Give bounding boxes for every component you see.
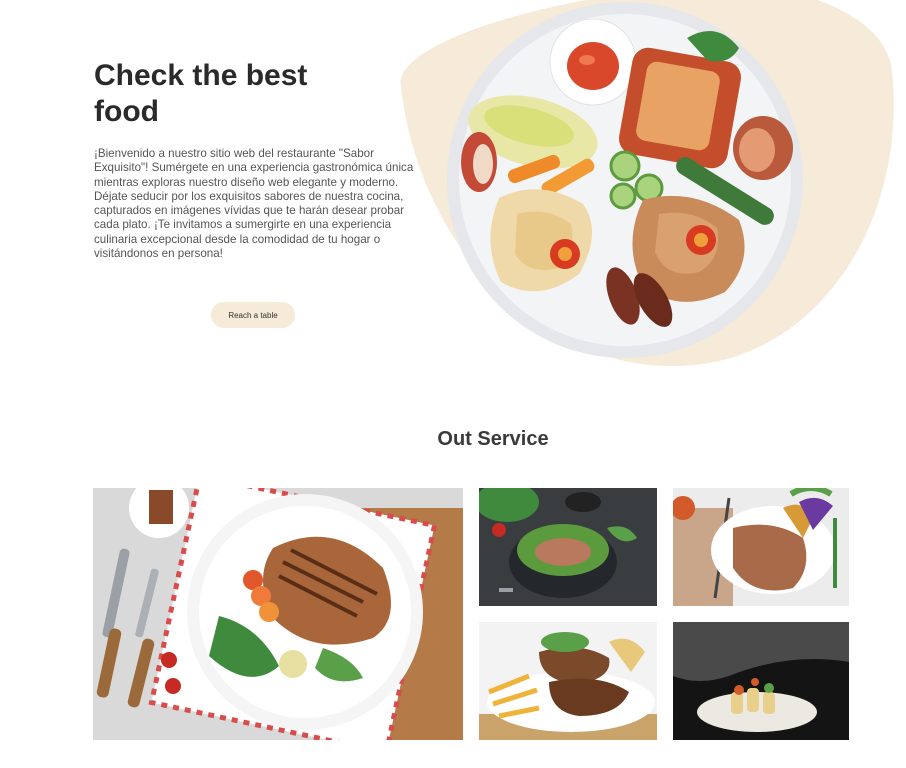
grilled-chicken-illustration — [93, 488, 463, 740]
reach-table-button[interactable]: Reach a table — [211, 302, 295, 328]
gallery-photo-salad-bowl — [479, 488, 657, 606]
section-title-services: Out Service — [437, 428, 549, 450]
salad-bowl-illustration — [479, 488, 657, 606]
gallery-photo-steak-and-vegetables — [673, 488, 849, 606]
gallery-photo-fine-dining-plate — [673, 622, 849, 740]
gallery-photo-grilled-chicken-plate — [93, 488, 463, 740]
steak-vegetables-illustration — [673, 488, 849, 606]
gallery-photo-steak-and-fries — [479, 622, 657, 740]
hero-plate-illustration — [447, 2, 803, 358]
steak-fries-illustration — [479, 622, 657, 740]
hero-food-plate-image — [447, 0, 809, 362]
hero-title: Check the best food — [94, 59, 308, 128]
fine-dining-illustration — [673, 622, 849, 740]
hero-description: ¡Bienvenido a nuestro sitio web del rest… — [94, 147, 414, 261]
